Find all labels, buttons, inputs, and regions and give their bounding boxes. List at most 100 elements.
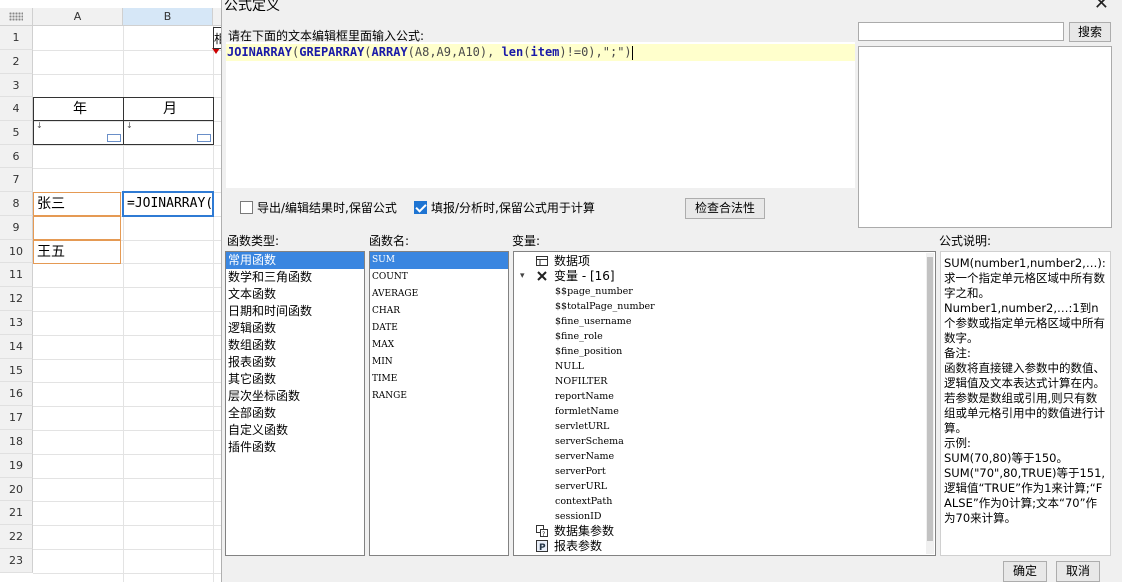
category-item[interactable]: 数学和三角函数 bbox=[226, 269, 364, 286]
row-header[interactable]: 23 bbox=[0, 549, 33, 573]
column-header-b[interactable]: B bbox=[123, 8, 213, 26]
function-item[interactable]: COUNT bbox=[370, 269, 508, 286]
cell-a5[interactable]: ↓ bbox=[33, 121, 124, 145]
variable-leaf[interactable]: NULL bbox=[514, 359, 935, 374]
cell-a8[interactable]: 张三 bbox=[33, 192, 121, 216]
row-header[interactable]: 21 bbox=[0, 501, 33, 525]
tree-node-data-item[interactable]: 数据项 bbox=[514, 254, 935, 269]
row-header[interactable]: 3 bbox=[0, 74, 33, 97]
variable-leaf[interactable]: serverName bbox=[514, 449, 935, 464]
vertical-scrollbar[interactable] bbox=[926, 253, 934, 554]
category-item[interactable]: 日期和时间函数 bbox=[226, 303, 364, 320]
category-item[interactable]: 全部函数 bbox=[226, 405, 364, 422]
cancel-button[interactable]: 取消 bbox=[1056, 561, 1100, 582]
variable-leaf[interactable]: formletName bbox=[514, 404, 935, 419]
function-list[interactable]: SUM COUNT AVERAGE CHAR DATE MAX MIN TIME RANGE bbox=[369, 251, 509, 556]
row-header[interactable]: 20 bbox=[0, 478, 33, 501]
grid-line bbox=[33, 335, 222, 336]
variable-leaf[interactable]: $$totalPage_number bbox=[514, 299, 935, 314]
function-item[interactable]: MIN bbox=[370, 354, 508, 371]
row-header[interactable]: 17 bbox=[0, 406, 33, 430]
description-line: SUM(70,80)等于150。 bbox=[944, 451, 1068, 465]
row-header[interactable]: 14 bbox=[0, 335, 33, 359]
close-icon[interactable]: ✕ bbox=[1094, 0, 1109, 14]
cell-b8-active[interactable]: =JOINARRAY( bbox=[122, 191, 214, 217]
description-line: Number1,number2,…:1到n个参数或指定单元格区域中所有数字。 bbox=[944, 301, 1105, 345]
row-header[interactable]: 1 bbox=[0, 26, 33, 50]
row-header[interactable]: 10 bbox=[0, 240, 33, 263]
search-input[interactable] bbox=[858, 22, 1064, 41]
ok-button[interactable]: 确定 bbox=[1003, 561, 1047, 582]
category-item[interactable]: 逻辑函数 bbox=[226, 320, 364, 337]
dialog-title-bar[interactable]: 公式定义 ✕ bbox=[222, 0, 1122, 14]
variable-leaf[interactable]: $fine_username bbox=[514, 314, 935, 329]
select-all-corner[interactable] bbox=[0, 8, 33, 26]
formula-dialog: 公式定义 ✕ 请在下面的文本编辑框里面输入公式: JOINARRAY(GREPA… bbox=[221, 0, 1122, 582]
tree-node-dataset-params[interactable]: ? 数据集参数 bbox=[514, 524, 935, 539]
cell-a9[interactable] bbox=[33, 216, 121, 240]
row-header[interactable]: 15 bbox=[0, 359, 33, 382]
row-header[interactable]: 16 bbox=[0, 382, 33, 406]
row-header[interactable]: 4 bbox=[0, 97, 33, 121]
grid-line bbox=[33, 311, 222, 312]
row-header[interactable]: 13 bbox=[0, 311, 33, 335]
variable-leaf[interactable]: NOFILTER bbox=[514, 374, 935, 389]
row-header[interactable]: 22 bbox=[0, 525, 33, 549]
keep-formula-export-checkbox[interactable] bbox=[240, 201, 253, 214]
row-header[interactable]: 9 bbox=[0, 216, 33, 240]
category-item[interactable]: 文本函数 bbox=[226, 286, 364, 303]
cell-b5[interactable]: ↓ bbox=[123, 121, 214, 145]
formula-editor[interactable]: JOINARRAY(GREPARRAY(ARRAY(A8,A9,A10), le… bbox=[226, 42, 855, 188]
keep-formula-fill-checkbox[interactable] bbox=[414, 201, 427, 214]
variable-leaf[interactable]: $fine_position bbox=[514, 344, 935, 359]
row-header[interactable]: 8 bbox=[0, 192, 33, 216]
formula-line[interactable]: JOINARRAY(GREPARRAY(ARRAY(A8,A9,A10), le… bbox=[226, 44, 855, 61]
row-header[interactable]: 19 bbox=[0, 454, 33, 478]
row-header[interactable]: 11 bbox=[0, 263, 33, 287]
function-item[interactable]: CHAR bbox=[370, 303, 508, 320]
cell-a4[interactable]: 年 bbox=[33, 97, 124, 121]
category-item[interactable]: 数组函数 bbox=[226, 337, 364, 354]
variable-leaf[interactable]: $fine_role bbox=[514, 329, 935, 344]
variable-leaf[interactable]: serverURL bbox=[514, 479, 935, 494]
variable-leaf[interactable]: serverSchema bbox=[514, 434, 935, 449]
row-header[interactable]: 18 bbox=[0, 430, 33, 454]
row-header[interactable]: 6 bbox=[0, 145, 33, 168]
cell-a10[interactable]: 王五 bbox=[33, 240, 121, 264]
scrollbar-thumb[interactable] bbox=[927, 257, 933, 541]
row-header[interactable]: 5 bbox=[0, 121, 33, 145]
variable-leaf[interactable]: reportName bbox=[514, 389, 935, 404]
svg-text:P: P bbox=[539, 543, 546, 552]
row-header[interactable]: 7 bbox=[0, 168, 33, 192]
variable-leaf[interactable]: $$page_number bbox=[514, 284, 935, 299]
variable-leaf[interactable]: serverPort bbox=[514, 464, 935, 479]
category-item[interactable]: 自定义函数 bbox=[226, 422, 364, 439]
function-item[interactable]: SUM bbox=[370, 252, 508, 269]
column-header-a[interactable]: A bbox=[33, 8, 123, 26]
category-item[interactable]: 常用函数 bbox=[226, 252, 364, 269]
tree-node-report-params[interactable]: P 报表参数 bbox=[514, 539, 935, 554]
search-results-list[interactable] bbox=[858, 46, 1112, 228]
search-button[interactable]: 搜索 bbox=[1069, 22, 1111, 42]
cell-b4[interactable]: 月 bbox=[123, 97, 214, 121]
category-item[interactable]: 其它函数 bbox=[226, 371, 364, 388]
check-validity-button[interactable]: 检查合法性 bbox=[685, 198, 765, 219]
variable-tree[interactable]: 数据项 ▾ 变量 - [16] $$page_number $$totalPage… bbox=[513, 251, 936, 556]
category-item[interactable]: 插件函数 bbox=[226, 439, 364, 456]
tree-node-variables[interactable]: ▾ 变量 - [16] bbox=[514, 269, 935, 284]
variable-leaf[interactable]: contextPath bbox=[514, 494, 935, 509]
function-item[interactable]: AVERAGE bbox=[370, 286, 508, 303]
category-item[interactable]: 报表函数 bbox=[226, 354, 364, 371]
function-item[interactable]: RANGE bbox=[370, 388, 508, 405]
category-list[interactable]: 常用函数 数学和三角函数 文本函数 日期和时间函数 逻辑函数 数组函数 报表函数 其它函数 层次… bbox=[225, 251, 365, 556]
variable-leaf[interactable]: servletURL bbox=[514, 419, 935, 434]
category-item[interactable]: 层次坐标函数 bbox=[226, 388, 364, 405]
function-item[interactable]: TIME bbox=[370, 371, 508, 388]
row-header[interactable]: 12 bbox=[0, 287, 33, 311]
function-item[interactable]: DATE bbox=[370, 320, 508, 337]
keep-formula-fill-label[interactable]: 填报/分析时,保留公式用于计算 bbox=[431, 201, 595, 215]
keep-formula-export-label[interactable]: 导出/编辑结果时,保留公式 bbox=[257, 201, 397, 215]
function-item[interactable]: MAX bbox=[370, 337, 508, 354]
variable-leaf[interactable]: sessionID bbox=[514, 509, 935, 524]
row-header[interactable]: 2 bbox=[0, 50, 33, 74]
